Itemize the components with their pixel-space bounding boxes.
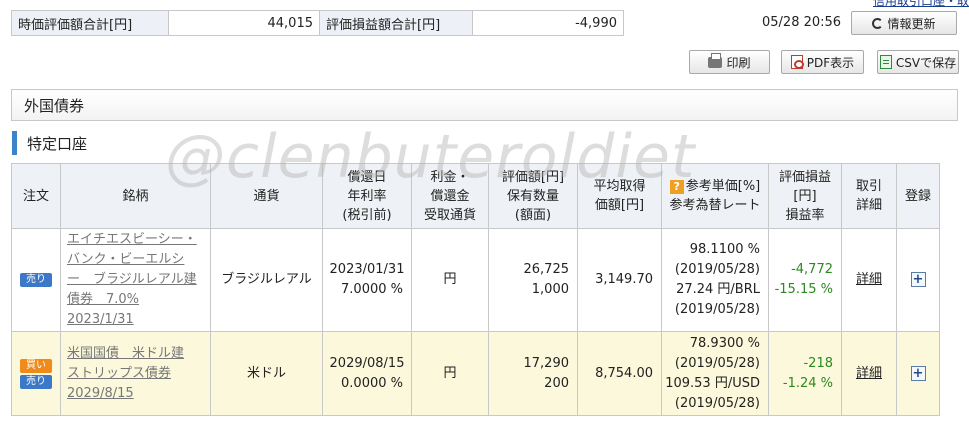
value-cell: 26,725 1,000 [488,228,578,332]
avg-price-cell: 8,754.00 [577,331,662,416]
pl-total-label: 評価損益額合計[円] [319,10,473,36]
detail-link[interactable]: 詳細 [856,272,882,287]
order-cell: 売り [11,228,61,332]
print-label: 印刷 [726,55,751,70]
redemption-cell: 2023/01/31 7.0000 % [322,228,412,332]
register-cell: + [896,228,940,332]
market-value-label: 時価評価額合計[円] [11,10,169,36]
printer-icon [708,52,723,68]
section-title: 外国債券 [24,96,85,115]
refresh-button[interactable]: 情報更新 [851,11,957,35]
header-pl: 評価損益 [円] 損益率 [768,163,842,229]
csv-button[interactable]: CSVで保存 [877,50,959,74]
header-currency: 通貨 [210,163,323,229]
order-cell: 買い 売り [11,331,61,416]
refresh-label: 情報更新 [887,16,936,31]
holdings-table: 注文 銘柄 通貨 償還日 年利率 (税引前) 利金・ 償還金 受取通貨 評価額[円] 保有… [11,163,940,416]
currency-cell: 米ドル [210,331,323,416]
add-icon[interactable]: + [910,365,926,381]
table-row: 売り エイチエスビーシー・ バンク・ビーエルシー ブラジルレアル建 債券 7.0% 2… [11,228,940,332]
header-value: 評価額[円] 保有数量 (額面) [488,163,578,229]
currency-cell: ブラジルレアル [210,228,323,332]
csv-label: CSVで保存 [895,55,957,70]
subsection-title: 特定口座 [27,134,88,153]
sell-button[interactable]: 売り [20,273,52,287]
pl-cell: -4,772 -15.15 % [768,228,842,332]
detail-cell: 詳細 [841,228,897,332]
bond-name-link[interactable]: 米国国債 米ドル建 ストリップス債券 2029/8/15 [60,331,211,416]
buy-button[interactable]: 買い [20,358,52,373]
summary-table: 時価評価額合計[円] 44,015 評価損益額合計[円] -4,990 [11,10,624,36]
pdf-label: PDF表示 [806,55,855,70]
header-redemption: 償還日 年利率 (税引前) [322,163,412,229]
pl-cell: -218 -1.24 % [768,331,842,416]
detail-cell: 詳細 [841,331,897,416]
header-ref-price: ? 参考単価[%] 参考為替レート [661,163,769,229]
top-link[interactable]: 信用取引口座・取扱 [873,0,969,9]
avg-price-cell: 3,149.70 [577,228,662,332]
pdf-button[interactable]: PDF表示 [781,50,864,74]
header-avg-price: 平均取得 価額[円] [577,163,662,229]
ref-price-cell: 98.1100 % (2019/05/28) 27.24 円/BRL (2019/05… [661,228,769,332]
sell-button[interactable]: 売り [20,374,52,389]
section-header: 外国債券 [11,89,958,121]
detail-link[interactable]: 詳細 [856,366,882,381]
csv-icon [879,55,892,69]
market-value: 44,015 [168,10,320,36]
bond-name-link[interactable]: エイチエスビーシー・ バンク・ビーエルシー ブラジルレアル建 債券 7.0% 2023… [60,228,211,332]
pdf-icon [790,55,804,69]
value-cell: 17,290 200 [488,331,578,416]
header-trade-detail: 取引 詳細 [841,163,897,229]
update-timestamp: 05/28 20:56 [762,15,842,30]
refresh-icon [872,17,884,29]
help-icon[interactable]: ? [669,180,684,194]
ref-price-cell: 78.9300 % (2019/05/28) 109.53 円/USD (2019/0… [661,331,769,416]
header-order: 注文 [11,163,61,229]
subsection-header: 特定口座 [12,131,87,155]
table-row: 買い 売り 米国国債 米ドル建 ストリップス債券 2029/8/15 米ドル 202… [11,331,940,416]
print-button[interactable]: 印刷 [689,50,770,74]
add-icon[interactable]: + [910,272,926,287]
payout-currency-cell: 円 [411,228,489,332]
redemption-cell: 2029/08/15 0.0000 % [322,331,412,416]
header-payout: 利金・ 償還金 受取通貨 [411,163,489,229]
register-cell: + [896,331,940,416]
pl-total-value: -4,990 [472,10,624,36]
header-register: 登録 [896,163,940,229]
payout-currency-cell: 円 [411,331,489,416]
header-name: 銘柄 [60,163,211,229]
